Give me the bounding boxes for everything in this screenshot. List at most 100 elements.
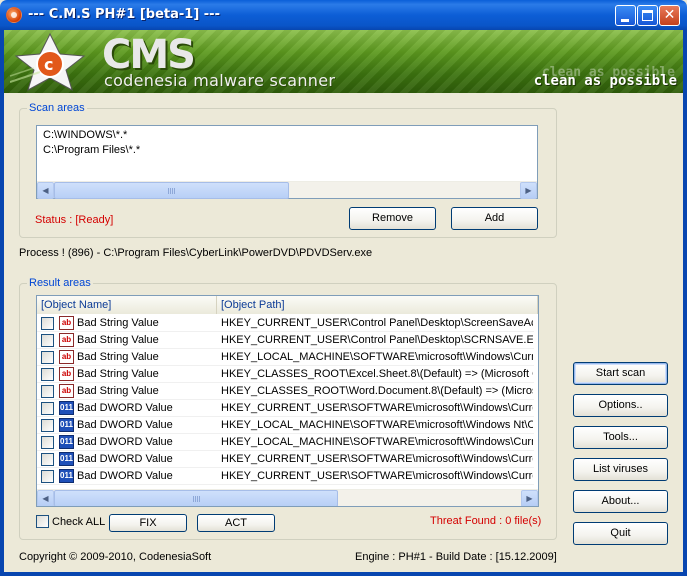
grip-icon bbox=[168, 188, 175, 194]
table-row[interactable]: 011 Bad DWORD Value HKEY_CURRENT_USER\SOFT… bbox=[37, 451, 538, 468]
banner: c CMS codenesia malware scanner clean as… bbox=[4, 30, 683, 93]
scrollbar-thumb[interactable] bbox=[54, 182, 289, 199]
row-object-path: HKEY_CURRENT_USER\Control Panel\Desktop\… bbox=[221, 334, 533, 346]
string-value-icon: ab bbox=[59, 316, 74, 330]
string-value-icon: ab bbox=[59, 367, 74, 381]
row-object-path: HKEY_LOCAL_MACHINE\SOFTWARE\microsoft\Wi… bbox=[221, 419, 533, 431]
arrow-right-icon: ▶ bbox=[526, 494, 533, 503]
scrollbar-thumb[interactable] bbox=[54, 490, 338, 506]
engine-build-info: Engine : PH#1 - Build Date : [15.12.2009… bbox=[355, 551, 557, 563]
minimize-icon bbox=[621, 19, 629, 22]
string-value-icon: ab bbox=[59, 384, 74, 398]
scan-areas-list[interactable]: C:\WINDOWS\*.* C:\Program Files\*.* ◀ ▶ bbox=[36, 125, 538, 199]
row-object-path: HKEY_CLASSES_ROOT\Word.Document.8\(Defau… bbox=[221, 385, 533, 397]
check-all-label[interactable]: Check ALL bbox=[52, 516, 105, 528]
scroll-left-arrow[interactable]: ◀ bbox=[37, 182, 54, 199]
fix-button[interactable]: FIX bbox=[109, 514, 187, 532]
table-row[interactable]: 011 Bad DWORD Value HKEY_LOCAL_MACHINE\SOF… bbox=[37, 417, 538, 434]
table-row[interactable]: 011 Bad DWORD Value HKEY_LOCAL_MACHINE\SOF… bbox=[37, 434, 538, 451]
row-checkbox[interactable] bbox=[41, 368, 54, 381]
row-object-path: HKEY_LOCAL_MACHINE\SOFTWARE\microsoft\Wi… bbox=[221, 351, 533, 363]
scroll-left-arrow[interactable]: ◀ bbox=[37, 490, 54, 506]
table-row[interactable]: 011 Bad DWORD Value HKEY_CURRENT_USER\SOFT… bbox=[37, 468, 538, 485]
tools-button[interactable]: Tools... bbox=[573, 426, 668, 449]
row-checkbox[interactable] bbox=[41, 419, 54, 432]
dword-value-icon: 011 bbox=[59, 469, 74, 483]
row-checkbox[interactable] bbox=[41, 317, 54, 330]
table-row[interactable]: ab Bad String Value HKEY_LOCAL_MACHINE\SOF… bbox=[37, 349, 538, 366]
check-all-checkbox[interactable] bbox=[36, 515, 49, 528]
options-button[interactable]: Options.. bbox=[573, 394, 668, 417]
row-object-name: Bad String Value bbox=[77, 368, 159, 380]
start-scan-button[interactable]: Start scan bbox=[573, 362, 668, 385]
row-object-name: Bad DWORD Value bbox=[77, 436, 173, 448]
row-object-path: HKEY_CURRENT_USER\SOFTWARE\microsoft\Win… bbox=[221, 453, 533, 465]
row-object-name: Bad DWORD Value bbox=[77, 402, 173, 414]
row-checkbox[interactable] bbox=[41, 436, 54, 449]
process-status-line: Process ! (896) - C:\Program Files\Cyber… bbox=[19, 247, 373, 259]
row-checkbox[interactable] bbox=[41, 453, 54, 466]
maximize-button[interactable] bbox=[637, 5, 658, 26]
row-object-name: Bad String Value bbox=[77, 385, 159, 397]
about-button[interactable]: About... bbox=[573, 490, 668, 513]
row-checkbox[interactable] bbox=[41, 402, 54, 415]
row-checkbox[interactable] bbox=[41, 334, 54, 347]
dword-value-icon: 011 bbox=[59, 452, 74, 466]
banner-tagline: clean as possible bbox=[533, 73, 677, 89]
row-checkbox[interactable] bbox=[41, 385, 54, 398]
title-bar[interactable]: --- C.M.S PH#1 [beta-1] --- ✕ bbox=[0, 0, 687, 30]
results-table-header: [Object Name] [Object Path] bbox=[37, 296, 538, 314]
maximize-icon bbox=[642, 10, 653, 21]
scan-areas-label: Scan areas bbox=[27, 102, 87, 114]
row-object-path: HKEY_CURRENT_USER\SOFTWARE\microsoft\Win… bbox=[221, 402, 533, 414]
close-button[interactable]: ✕ bbox=[659, 5, 680, 26]
grip-icon bbox=[193, 496, 200, 502]
scan-status: Status : [Ready] bbox=[35, 214, 114, 226]
dword-value-icon: 011 bbox=[59, 418, 74, 432]
row-object-path: HKEY_CURRENT_USER\SOFTWARE\microsoft\Win… bbox=[221, 470, 533, 482]
result-areas-label: Result areas bbox=[27, 277, 93, 289]
arrow-right-icon: ▶ bbox=[525, 186, 532, 195]
list-viruses-button[interactable]: List viruses bbox=[573, 458, 668, 481]
scan-area-item[interactable]: C:\WINDOWS\*.* bbox=[43, 129, 127, 141]
scroll-right-arrow[interactable]: ▶ bbox=[520, 182, 537, 199]
row-object-name: Bad String Value bbox=[77, 317, 159, 329]
string-value-icon: ab bbox=[59, 333, 74, 347]
window-title: --- C.M.S PH#1 [beta-1] --- bbox=[28, 7, 220, 22]
row-object-name: Bad DWORD Value bbox=[77, 470, 173, 482]
star-logo-icon: c bbox=[10, 32, 86, 92]
svg-text:c: c bbox=[44, 55, 53, 74]
row-object-name: Bad DWORD Value bbox=[77, 419, 173, 431]
results-table[interactable]: [Object Name] [Object Path] ab Bad String… bbox=[36, 295, 539, 507]
row-object-name: Bad String Value bbox=[77, 334, 159, 346]
row-object-name: Bad DWORD Value bbox=[77, 453, 173, 465]
threat-found-status: Threat Found : 0 file(s) bbox=[430, 515, 542, 527]
minimize-button[interactable] bbox=[615, 5, 636, 26]
act-button[interactable]: ACT bbox=[197, 514, 275, 532]
table-row[interactable]: ab Bad String Value HKEY_CLASSES_ROOT\Exce… bbox=[37, 366, 538, 383]
scan-areas-hscrollbar[interactable]: ◀ ▶ bbox=[37, 181, 537, 199]
column-header-object-name[interactable]: [Object Name] bbox=[37, 296, 217, 314]
row-divider bbox=[37, 484, 534, 485]
arrow-left-icon: ◀ bbox=[42, 494, 49, 503]
remove-button[interactable]: Remove bbox=[349, 207, 436, 230]
row-object-name: Bad String Value bbox=[77, 351, 159, 363]
dword-value-icon: 011 bbox=[59, 435, 74, 449]
quit-button[interactable]: Quit bbox=[573, 522, 668, 545]
string-value-icon: ab bbox=[59, 350, 74, 364]
column-header-object-path[interactable]: [Object Path] bbox=[217, 296, 538, 314]
row-checkbox[interactable] bbox=[41, 351, 54, 364]
table-row[interactable]: ab Bad String Value HKEY_CURRENT_USER\Cont… bbox=[37, 315, 538, 332]
table-row[interactable]: ab Bad String Value HKEY_CLASSES_ROOT\Word… bbox=[37, 383, 538, 400]
scroll-right-arrow[interactable]: ▶ bbox=[521, 490, 538, 506]
results-hscrollbar[interactable]: ◀ ▶ bbox=[37, 489, 538, 506]
table-row[interactable]: 011 Bad DWORD Value HKEY_CURRENT_USER\SOFT… bbox=[37, 400, 538, 417]
row-object-path: HKEY_CLASSES_ROOT\Excel.Sheet.8\(Default… bbox=[221, 368, 533, 380]
row-object-path: HKEY_LOCAL_MACHINE\SOFTWARE\microsoft\Wi… bbox=[221, 436, 533, 448]
table-row[interactable]: ab Bad String Value HKEY_CURRENT_USER\Cont… bbox=[37, 332, 538, 349]
app-icon[interactable] bbox=[6, 7, 22, 23]
scan-area-item[interactable]: C:\Program Files\*.* bbox=[43, 144, 140, 156]
row-checkbox[interactable] bbox=[41, 470, 54, 483]
row-object-path: HKEY_CURRENT_USER\Control Panel\Desktop\… bbox=[221, 317, 533, 329]
add-button[interactable]: Add bbox=[451, 207, 538, 230]
